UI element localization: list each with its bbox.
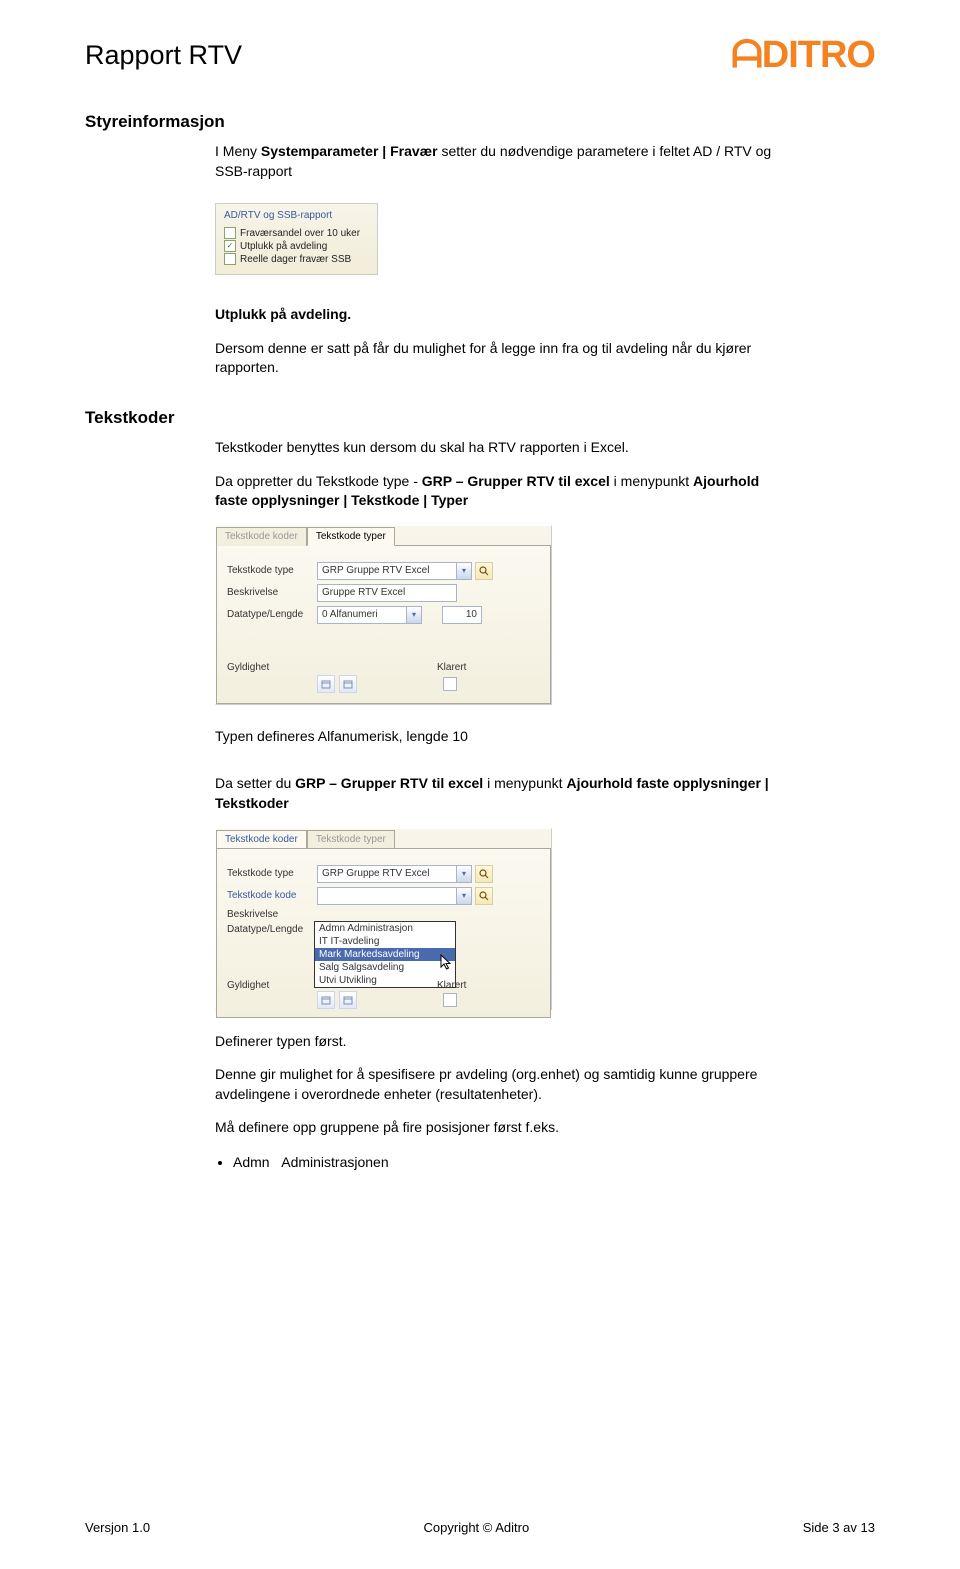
para-typen-defineres: Typen defineres Alfanumerisk, lengde 10 bbox=[215, 727, 775, 747]
bullet-admn: Admn Administrasjonen bbox=[233, 1152, 775, 1173]
para-utplukk-body: Dersom denne er satt på får du mulighet … bbox=[215, 339, 775, 378]
search-icon bbox=[475, 562, 493, 580]
dropdown-option: Salg Salgsavdeling bbox=[315, 961, 455, 974]
dropdown-option: Admn Administrasjon bbox=[315, 922, 455, 935]
calendar-icon bbox=[339, 675, 357, 693]
checkbox-label: Reelle dager fravær SSB bbox=[240, 254, 351, 265]
checkbox-klarert bbox=[443, 677, 457, 691]
label-gyldighet: Gyldighet bbox=[227, 980, 317, 991]
panel-title: AD/RTV og SSB-rapport bbox=[224, 210, 369, 221]
footer-page: Side 3 av 13 bbox=[803, 1520, 875, 1535]
label-datatype: Datatype/Lengde bbox=[227, 924, 317, 935]
para-definerer-typen: Definerer typen først. bbox=[215, 1032, 775, 1052]
brand-logo: ᗩDITRO bbox=[731, 36, 875, 74]
dropdown-icon: ▾ bbox=[457, 562, 472, 580]
dropdown-tekstkode-kode-list: Admn Administrasjon IT IT-avdeling Mark … bbox=[314, 921, 456, 988]
tab-tekstkode-koder: Tekstkode koder bbox=[216, 830, 307, 849]
heading-tekstkoder: Tekstkoder bbox=[85, 408, 875, 428]
calendar-icon bbox=[317, 991, 335, 1009]
para-utplukk-heading: Utplukk på avdeling. bbox=[215, 306, 351, 322]
label-gyldighet: Gyldighet bbox=[227, 662, 317, 673]
doc-title: Rapport RTV bbox=[85, 40, 242, 71]
label-tekstkode-kode: Tekstkode kode bbox=[227, 890, 317, 901]
calendar-icon bbox=[317, 675, 335, 693]
label-tekstkode-type: Tekstkode type bbox=[227, 868, 317, 879]
para-tekstkoder-intro: Tekstkoder benyttes kun dersom du skal h… bbox=[215, 438, 775, 458]
input-tekstkode-type: GRP Gruppe RTV Excel bbox=[317, 562, 457, 580]
label-klarert: Klarert bbox=[437, 662, 492, 673]
tab-tekstkode-typer: Tekstkode typer bbox=[307, 527, 395, 546]
label-klarert: Klarert bbox=[437, 980, 492, 991]
label-beskrivelse: Beskrivelse bbox=[227, 909, 317, 920]
dropdown-icon: ▾ bbox=[457, 865, 472, 883]
screenshot-ad-rtv-panel: AD/RTV og SSB-rapport Fraværsandel over … bbox=[215, 203, 378, 275]
checkbox-label: Utplukk på avdeling bbox=[240, 241, 327, 252]
para-spesifisere-avdeling: Denne gir mulighet for å spesifisere pr … bbox=[215, 1065, 775, 1104]
heading-styreinformasjon: Styreinformasjon bbox=[85, 112, 875, 132]
tab-tekstkode-koder: Tekstkode koder bbox=[216, 527, 307, 546]
calendar-icon bbox=[339, 991, 357, 1009]
dropdown-icon: ▾ bbox=[457, 887, 472, 905]
para-tekstkode-type: Da oppretter du Tekstkode type - GRP – G… bbox=[215, 472, 775, 511]
checkbox-icon bbox=[224, 227, 236, 239]
tab-tekstkode-typer: Tekstkode typer bbox=[307, 830, 395, 849]
input-beskrivelse: Gruppe RTV Excel bbox=[317, 584, 457, 602]
search-icon bbox=[475, 887, 493, 905]
input-tekstkode-kode bbox=[317, 887, 457, 905]
checkbox-icon bbox=[224, 253, 236, 265]
label-beskrivelse: Beskrivelse bbox=[227, 587, 317, 598]
screenshot-tekstkode-koder-panel: Tekstkode koder Tekstkode typer Tekstkod… bbox=[215, 828, 552, 1010]
search-icon bbox=[475, 865, 493, 883]
checkbox-icon: ✓ bbox=[224, 240, 236, 252]
checkbox-label: Fraværsandel over 10 uker bbox=[240, 228, 360, 239]
input-datatype: 0 Alfanumeri bbox=[317, 606, 407, 624]
para-setter-grp: Da setter du GRP – Grupper RTV til excel… bbox=[215, 774, 775, 813]
dropdown-icon: ▾ bbox=[407, 606, 422, 624]
footer-copyright: Copyright © Aditro bbox=[424, 1520, 530, 1535]
input-lengde: 10 bbox=[442, 606, 482, 624]
label-tekstkode-type: Tekstkode type bbox=[227, 565, 317, 576]
footer-version: Versjon 1.0 bbox=[85, 1520, 150, 1535]
dropdown-option: IT IT-avdeling bbox=[315, 935, 455, 948]
dropdown-option-selected: Mark Markedsavdeling bbox=[315, 948, 455, 961]
para-system-param: I Meny Systemparameter | Fravær setter d… bbox=[215, 142, 775, 181]
input-tekstkode-type: GRP Gruppe RTV Excel bbox=[317, 865, 457, 883]
screenshot-tekstkode-typer-panel: Tekstkode koder Tekstkode typer Tekstkod… bbox=[215, 525, 552, 705]
label-datatype: Datatype/Lengde bbox=[227, 609, 317, 620]
para-definere-gruppene: Må definere opp gruppene på fire posisjo… bbox=[215, 1118, 775, 1138]
checkbox-klarert bbox=[443, 993, 457, 1007]
